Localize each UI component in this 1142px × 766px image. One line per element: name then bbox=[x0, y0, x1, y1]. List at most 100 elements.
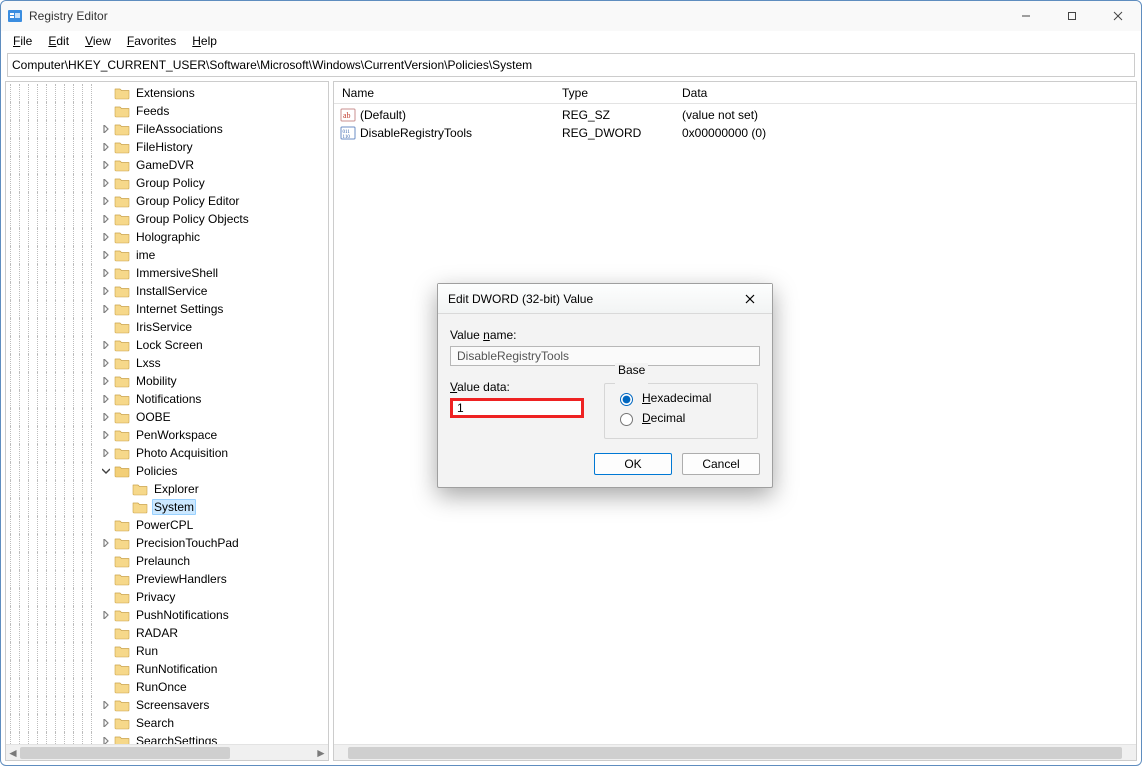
menu-help[interactable]: Help bbox=[186, 33, 223, 49]
expand-icon[interactable] bbox=[100, 393, 112, 405]
tree-item-precisiontouchpad[interactable]: PrecisionTouchPad bbox=[6, 534, 328, 552]
menu-file[interactable]: File bbox=[7, 33, 38, 49]
expand-icon[interactable] bbox=[100, 357, 112, 369]
expand-icon[interactable] bbox=[100, 285, 112, 297]
tree-item-irisservice[interactable]: IrisService bbox=[6, 318, 328, 336]
list-horizontal-scrollbar[interactable] bbox=[334, 744, 1136, 760]
tree-item-lxss[interactable]: Lxss bbox=[6, 354, 328, 372]
tree-item-group-policy[interactable]: Group Policy bbox=[6, 174, 328, 192]
tree-item-radar[interactable]: RADAR bbox=[6, 624, 328, 642]
tree-item-notifications[interactable]: Notifications bbox=[6, 390, 328, 408]
tree-item-privacy[interactable]: Privacy bbox=[6, 588, 328, 606]
column-type[interactable]: Type bbox=[554, 86, 674, 100]
tree-item-powercpl[interactable]: PowerCPL bbox=[6, 516, 328, 534]
tree-item-gamedvr[interactable]: GameDVR bbox=[6, 156, 328, 174]
minimize-button[interactable] bbox=[1003, 1, 1049, 31]
expand-icon[interactable] bbox=[100, 303, 112, 315]
tree-item-photo-acquisition[interactable]: Photo Acquisition bbox=[6, 444, 328, 462]
expand-icon[interactable] bbox=[100, 141, 112, 153]
expand-icon[interactable] bbox=[100, 681, 112, 693]
expand-icon[interactable] bbox=[100, 123, 112, 135]
tree-item-searchsettings[interactable]: SearchSettings bbox=[6, 732, 328, 744]
expand-icon[interactable] bbox=[100, 375, 112, 387]
tree-item-extensions[interactable]: Extensions bbox=[6, 84, 328, 102]
dialog-titlebar[interactable]: Edit DWORD (32-bit) Value bbox=[438, 284, 772, 314]
tree-item-system[interactable]: System bbox=[6, 498, 328, 516]
expand-icon[interactable] bbox=[100, 195, 112, 207]
tree-item-lock-screen[interactable]: Lock Screen bbox=[6, 336, 328, 354]
tree-item-filehistory[interactable]: FileHistory bbox=[6, 138, 328, 156]
expand-icon[interactable] bbox=[100, 411, 112, 423]
expand-icon[interactable] bbox=[100, 159, 112, 171]
value-data-input[interactable] bbox=[450, 398, 584, 418]
tree-item-pushnotifications[interactable]: PushNotifications bbox=[6, 606, 328, 624]
expand-icon[interactable] bbox=[100, 555, 112, 567]
tree-item-ime[interactable]: ime bbox=[6, 246, 328, 264]
value-name-field[interactable]: DisableRegistryTools bbox=[450, 346, 760, 366]
list-header[interactable]: Name Type Data bbox=[334, 82, 1136, 104]
tree-item-screensavers[interactable]: Screensavers bbox=[6, 696, 328, 714]
expand-icon[interactable] bbox=[100, 591, 112, 603]
expand-icon[interactable] bbox=[100, 573, 112, 585]
tree-item-mobility[interactable]: Mobility bbox=[6, 372, 328, 390]
expand-icon[interactable] bbox=[100, 663, 112, 675]
menu-favorites[interactable]: Favorites bbox=[121, 33, 182, 49]
tree-item-feeds[interactable]: Feeds bbox=[6, 102, 328, 120]
tree-item-installservice[interactable]: InstallService bbox=[6, 282, 328, 300]
tree-item-immersiveshell[interactable]: ImmersiveShell bbox=[6, 264, 328, 282]
expand-icon[interactable] bbox=[100, 249, 112, 261]
expand-icon[interactable] bbox=[100, 447, 112, 459]
radio-hexadecimal[interactable]: Hexadecimal bbox=[615, 390, 747, 406]
address-bar[interactable]: Computer\HKEY_CURRENT_USER\Software\Micr… bbox=[7, 53, 1135, 77]
tree-item-holographic[interactable]: Holographic bbox=[6, 228, 328, 246]
radio-decimal[interactable]: Decimal bbox=[615, 410, 747, 426]
maximize-button[interactable] bbox=[1049, 1, 1095, 31]
expand-icon[interactable] bbox=[100, 429, 112, 441]
menu-view[interactable]: View bbox=[79, 33, 117, 49]
expand-icon[interactable] bbox=[118, 501, 130, 513]
dialog-close-button[interactable] bbox=[738, 287, 762, 311]
tree-item-explorer[interactable]: Explorer bbox=[6, 480, 328, 498]
expand-icon[interactable] bbox=[100, 105, 112, 117]
registry-tree[interactable]: Extensions Feeds FileAssociations FileHi… bbox=[6, 82, 328, 744]
expand-icon[interactable] bbox=[100, 267, 112, 279]
column-name[interactable]: Name bbox=[334, 86, 554, 100]
radio-dec-input[interactable] bbox=[620, 413, 633, 426]
expand-icon[interactable] bbox=[100, 537, 112, 549]
expand-icon[interactable] bbox=[100, 717, 112, 729]
expand-icon[interactable] bbox=[100, 339, 112, 351]
expand-icon[interactable] bbox=[100, 735, 112, 744]
value-row[interactable]: 011110DisableRegistryToolsREG_DWORD0x000… bbox=[334, 124, 1136, 142]
tree-item-group-policy-editor[interactable]: Group Policy Editor bbox=[6, 192, 328, 210]
list-body[interactable]: ab(Default)REG_SZ(value not set)011110Di… bbox=[334, 104, 1136, 142]
expand-icon[interactable] bbox=[118, 483, 130, 495]
expand-icon[interactable] bbox=[100, 231, 112, 243]
expand-icon[interactable] bbox=[100, 321, 112, 333]
expand-icon[interactable] bbox=[100, 645, 112, 657]
expand-icon[interactable] bbox=[100, 465, 112, 477]
close-button[interactable] bbox=[1095, 1, 1141, 31]
radio-hex-input[interactable] bbox=[620, 393, 633, 406]
tree-item-penworkspace[interactable]: PenWorkspace bbox=[6, 426, 328, 444]
tree-item-prelaunch[interactable]: Prelaunch bbox=[6, 552, 328, 570]
expand-icon[interactable] bbox=[100, 177, 112, 189]
tree-item-runonce[interactable]: RunOnce bbox=[6, 678, 328, 696]
tree-item-oobe[interactable]: OOBE bbox=[6, 408, 328, 426]
tree-horizontal-scrollbar[interactable]: ◄ ► bbox=[6, 744, 328, 760]
tree-item-fileassociations[interactable]: FileAssociations bbox=[6, 120, 328, 138]
value-row[interactable]: ab(Default)REG_SZ(value not set) bbox=[334, 106, 1136, 124]
tree-item-internet-settings[interactable]: Internet Settings bbox=[6, 300, 328, 318]
tree-item-run[interactable]: Run bbox=[6, 642, 328, 660]
menu-edit[interactable]: Edit bbox=[42, 33, 75, 49]
tree-item-search[interactable]: Search bbox=[6, 714, 328, 732]
column-data[interactable]: Data bbox=[674, 86, 1136, 100]
expand-icon[interactable] bbox=[100, 519, 112, 531]
expand-icon[interactable] bbox=[100, 699, 112, 711]
tree-item-runnotification[interactable]: RunNotification bbox=[6, 660, 328, 678]
cancel-button[interactable]: Cancel bbox=[682, 453, 760, 475]
expand-icon[interactable] bbox=[100, 609, 112, 621]
expand-icon[interactable] bbox=[100, 627, 112, 639]
tree-item-group-policy-objects[interactable]: Group Policy Objects bbox=[6, 210, 328, 228]
tree-item-policies[interactable]: Policies bbox=[6, 462, 328, 480]
expand-icon[interactable] bbox=[100, 87, 112, 99]
